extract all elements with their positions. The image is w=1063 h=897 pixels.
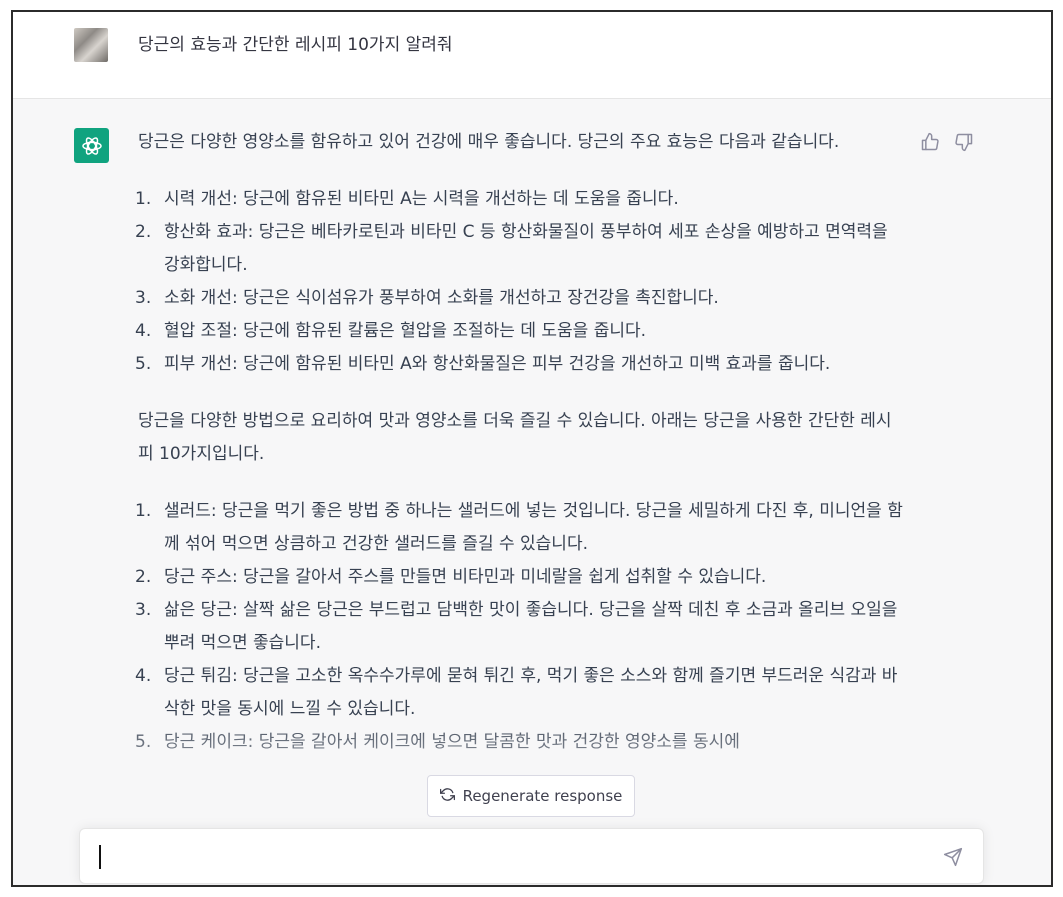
feedback-buttons: [920, 132, 976, 154]
list-number: 5.: [135, 354, 152, 374]
response-intro: 당근은 다양한 영양소를 함유하고 있어 건강에 매우 좋습니다. 당근의 주요…: [138, 132, 840, 152]
user-message-row: 당근의 효능과 간단한 레시피 10가지 알려줘: [13, 12, 1051, 99]
benefit-item: 3. 소화 개선: 당근은 식이섬유가 풍부하여 소화를 개선하고 장건강을 촉진…: [135, 282, 903, 315]
list-item-text: 샐러드: 당근을 먹기 좋은 방법 중 하나는 샐러드에 넣는 것입니다. 당근…: [164, 501, 903, 554]
thumbs-up-icon[interactable]: [920, 132, 942, 154]
benefit-item: 1. 시력 개선: 당근에 함유된 비타민 A는 시력을 개선하는 데 도움을 줍…: [135, 183, 903, 216]
recipe-item: 3. 삶은 당근: 살짝 삶은 당근은 부드럽고 담백한 맛이 좋습니다. 당근을…: [135, 594, 903, 660]
message-input[interactable]: [79, 828, 984, 884]
thumbs-down-icon[interactable]: [954, 132, 976, 154]
benefit-item: 2. 항산화 효과: 당근은 베타카로틴과 비타민 C 등 항산화물질이 풍부하여…: [135, 216, 903, 282]
list-number: 1.: [135, 501, 152, 521]
chat-window: 당근의 효능과 간단한 레시피 10가지 알려줘 당근은 다양한 영양소를 함유…: [11, 10, 1053, 887]
list-item-text: 시력 개선: 당근에 함유된 비타민 A는 시력을 개선하는 데 도움을 줍니다…: [164, 189, 679, 209]
text-cursor: [99, 845, 101, 869]
list-number: 5.: [135, 732, 152, 752]
list-item-text: 당근 케이크: 당근을 갈아서 케이크에 넣으면 달콤한 맛과 건강한 영양소를…: [164, 732, 740, 752]
list-number: 3.: [135, 600, 152, 620]
recipes-list: 1. 샐러드: 당근을 먹기 좋은 방법 중 하나는 샐러드에 넣는 것입니다. …: [135, 495, 903, 759]
refresh-icon: [439, 787, 455, 806]
list-number: 2.: [135, 222, 152, 242]
regenerate-response-button[interactable]: Regenerate response: [427, 775, 635, 817]
recipe-item: 5. 당근 케이크: 당근을 갈아서 케이크에 넣으면 달콤한 맛과 건강한 영양…: [135, 726, 903, 759]
list-item-text: 혈압 조절: 당근에 함유된 칼륨은 혈압을 조절하는 데 도움을 줍니다.: [164, 321, 647, 341]
user-avatar: [74, 28, 108, 62]
benefit-item: 4. 혈압 조절: 당근에 함유된 칼륨은 혈압을 조절하는 데 도움을 줍니다.: [135, 315, 903, 348]
list-item-text: 삶은 당근: 살짝 삶은 당근은 부드럽고 담백한 맛이 좋습니다. 당근을 살…: [164, 600, 898, 653]
openai-logo-icon: [74, 128, 109, 163]
paper-plane-icon[interactable]: [943, 847, 965, 869]
list-number: 4.: [135, 321, 152, 341]
benefit-item: 5. 피부 개선: 당근에 함유된 비타민 A와 항산화물질은 피부 건강을 개선…: [135, 348, 903, 381]
assistant-response: 당근은 다양한 영양소를 함유하고 있어 건강에 매우 좋습니다. 당근의 주요…: [135, 126, 903, 759]
list-number: 4.: [135, 666, 152, 686]
list-item-text: 당근 주스: 당근을 갈아서 주스를 만들면 비타민과 미네랄을 쉽게 섭취할 …: [164, 567, 767, 587]
list-item-text: 피부 개선: 당근에 함유된 비타민 A와 항산화물질은 피부 건강을 개선하고…: [164, 354, 831, 374]
user-message-text: 당근의 효능과 간단한 레시피 10가지 알려줘: [138, 35, 453, 55]
list-item-text: 소화 개선: 당근은 식이섬유가 풍부하여 소화를 개선하고 장건강을 촉진합니…: [164, 288, 719, 308]
benefits-list: 1. 시력 개선: 당근에 함유된 비타민 A는 시력을 개선하는 데 도움을 줍…: [135, 183, 903, 381]
list-number: 2.: [135, 567, 152, 587]
regenerate-label: Regenerate response: [462, 787, 623, 805]
recipes-intro: 당근을 다양한 방법으로 요리하여 맛과 영양소를 더욱 즐길 수 있습니다. …: [138, 411, 892, 464]
list-number: 3.: [135, 288, 152, 308]
list-number: 1.: [135, 189, 152, 209]
list-item-text: 당근 튀김: 당근을 고소한 옥수수가루에 묻혀 튀긴 후, 먹기 좋은 소스와…: [164, 666, 898, 719]
recipe-item: 2. 당근 주스: 당근을 갈아서 주스를 만들면 비타민과 미네랄을 쉽게 섭취…: [135, 561, 903, 594]
list-item-text: 항산화 효과: 당근은 베타카로틴과 비타민 C 등 항산화물질이 풍부하여 세…: [164, 222, 888, 275]
recipe-item: 4. 당근 튀김: 당근을 고소한 옥수수가루에 묻혀 튀긴 후, 먹기 좋은 소…: [135, 660, 903, 726]
recipe-item: 1. 샐러드: 당근을 먹기 좋은 방법 중 하나는 샐러드에 넣는 것입니다. …: [135, 495, 903, 561]
